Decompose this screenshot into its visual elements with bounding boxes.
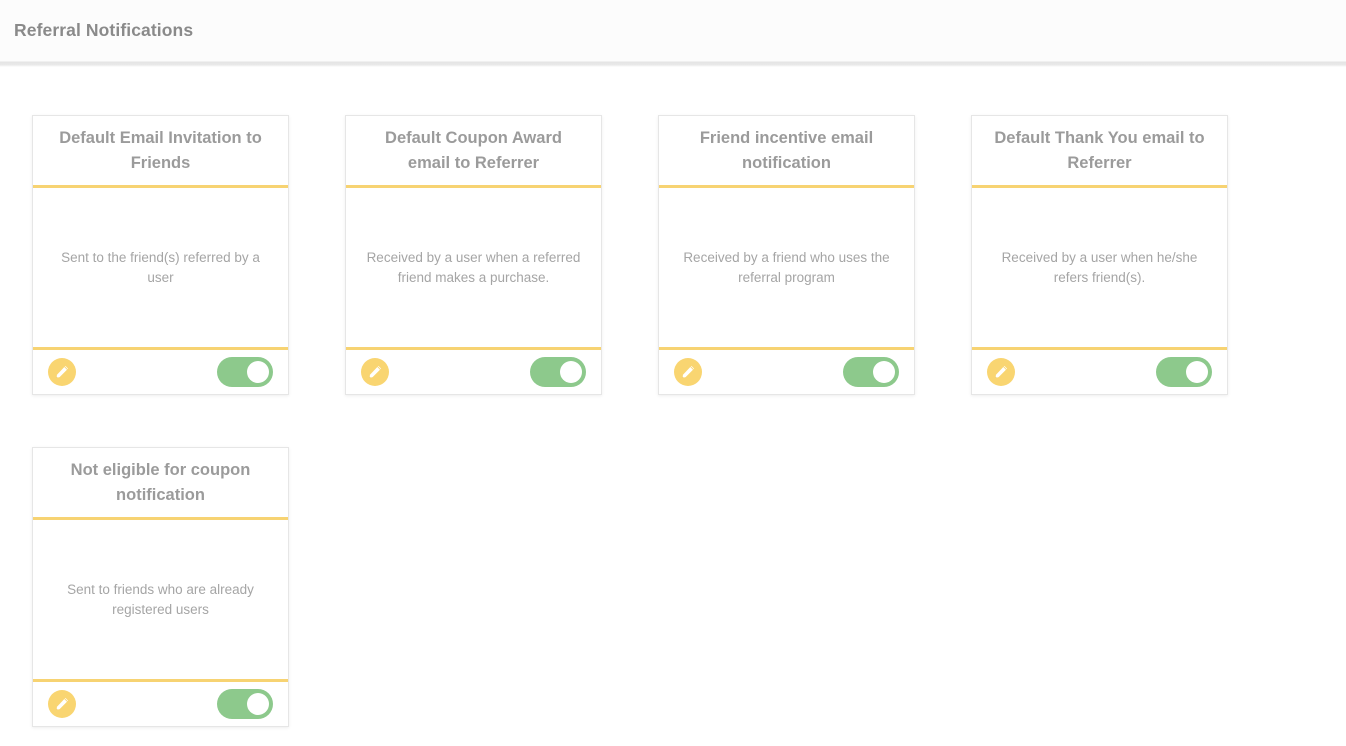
card-title: Default Email Invitation to Friends [59,128,262,172]
pencil-icon[interactable] [674,358,702,386]
pencil-icon[interactable] [361,358,389,386]
pencil-icon[interactable] [48,358,76,386]
card-header: Not eligible for coupon notification [33,448,288,520]
toggle-switch[interactable] [217,689,273,719]
notification-card: Default Thank You email to Referrer Rece… [971,115,1228,395]
card-body: Sent to friends who are already register… [33,520,288,682]
card-body: Received by a friend who uses the referr… [659,188,914,350]
notification-card-grid: Default Email Invitation to Friends Sent… [0,67,1346,746]
card-footer [33,350,288,394]
card-header: Default Email Invitation to Friends [33,116,288,188]
card-body: Received by a user when a referred frien… [346,188,601,350]
notification-card-4: Default Thank You email to Referrer Rece… [971,115,1228,395]
card-footer [659,350,914,394]
notification-card: Friend incentive email notification Rece… [658,115,915,395]
notification-card: Default Email Invitation to Friends Sent… [32,115,289,395]
toggle-switch[interactable] [530,357,586,387]
card-body: Received by a user when he/she refers fr… [972,188,1227,350]
card-description: Received by a user when he/she refers fr… [1001,249,1198,285]
card-title: Not eligible for coupon notification [70,460,251,504]
pencil-icon[interactable] [48,690,76,718]
card-description: Sent to friends who are already register… [67,581,254,617]
card-description: Sent to the friend(s) referred by a user [61,249,260,285]
card-footer [33,682,288,726]
notification-card-3: Friend incentive email notification Rece… [658,115,915,395]
notification-card: Default Coupon Award email to Referrer R… [345,115,602,395]
card-header: Default Coupon Award email to Referrer [346,116,601,188]
card-description: Received by a user when a referred frien… [366,249,581,285]
notification-card-2: Default Coupon Award email to Referrer R… [345,115,602,395]
card-body: Sent to the friend(s) referred by a user [33,188,288,350]
toggle-knob [560,361,582,383]
card-header: Default Thank You email to Referrer [972,116,1227,188]
page-header: Referral Notifications [0,0,1346,62]
card-title: Default Coupon Award email to Referrer [385,128,562,172]
card-title: Default Thank You email to Referrer [994,128,1205,172]
pencil-icon[interactable] [987,358,1015,386]
notification-card-5: Not eligible for coupon notification Sen… [32,447,289,727]
toggle-switch[interactable] [843,357,899,387]
notification-card: Not eligible for coupon notification Sen… [32,447,289,727]
card-header: Friend incentive email notification [659,116,914,188]
card-footer [346,350,601,394]
notification-card-1: Default Email Invitation to Friends Sent… [32,115,289,395]
page-title: Referral Notifications [14,20,194,40]
toggle-switch[interactable] [217,357,273,387]
card-description: Received by a friend who uses the referr… [683,249,890,285]
card-footer [972,350,1227,394]
card-title: Friend incentive email notification [699,128,874,172]
toggle-switch[interactable] [1156,357,1212,387]
toggle-knob [247,693,269,715]
toggle-knob [1186,361,1208,383]
toggle-knob [873,361,895,383]
toggle-knob [247,361,269,383]
